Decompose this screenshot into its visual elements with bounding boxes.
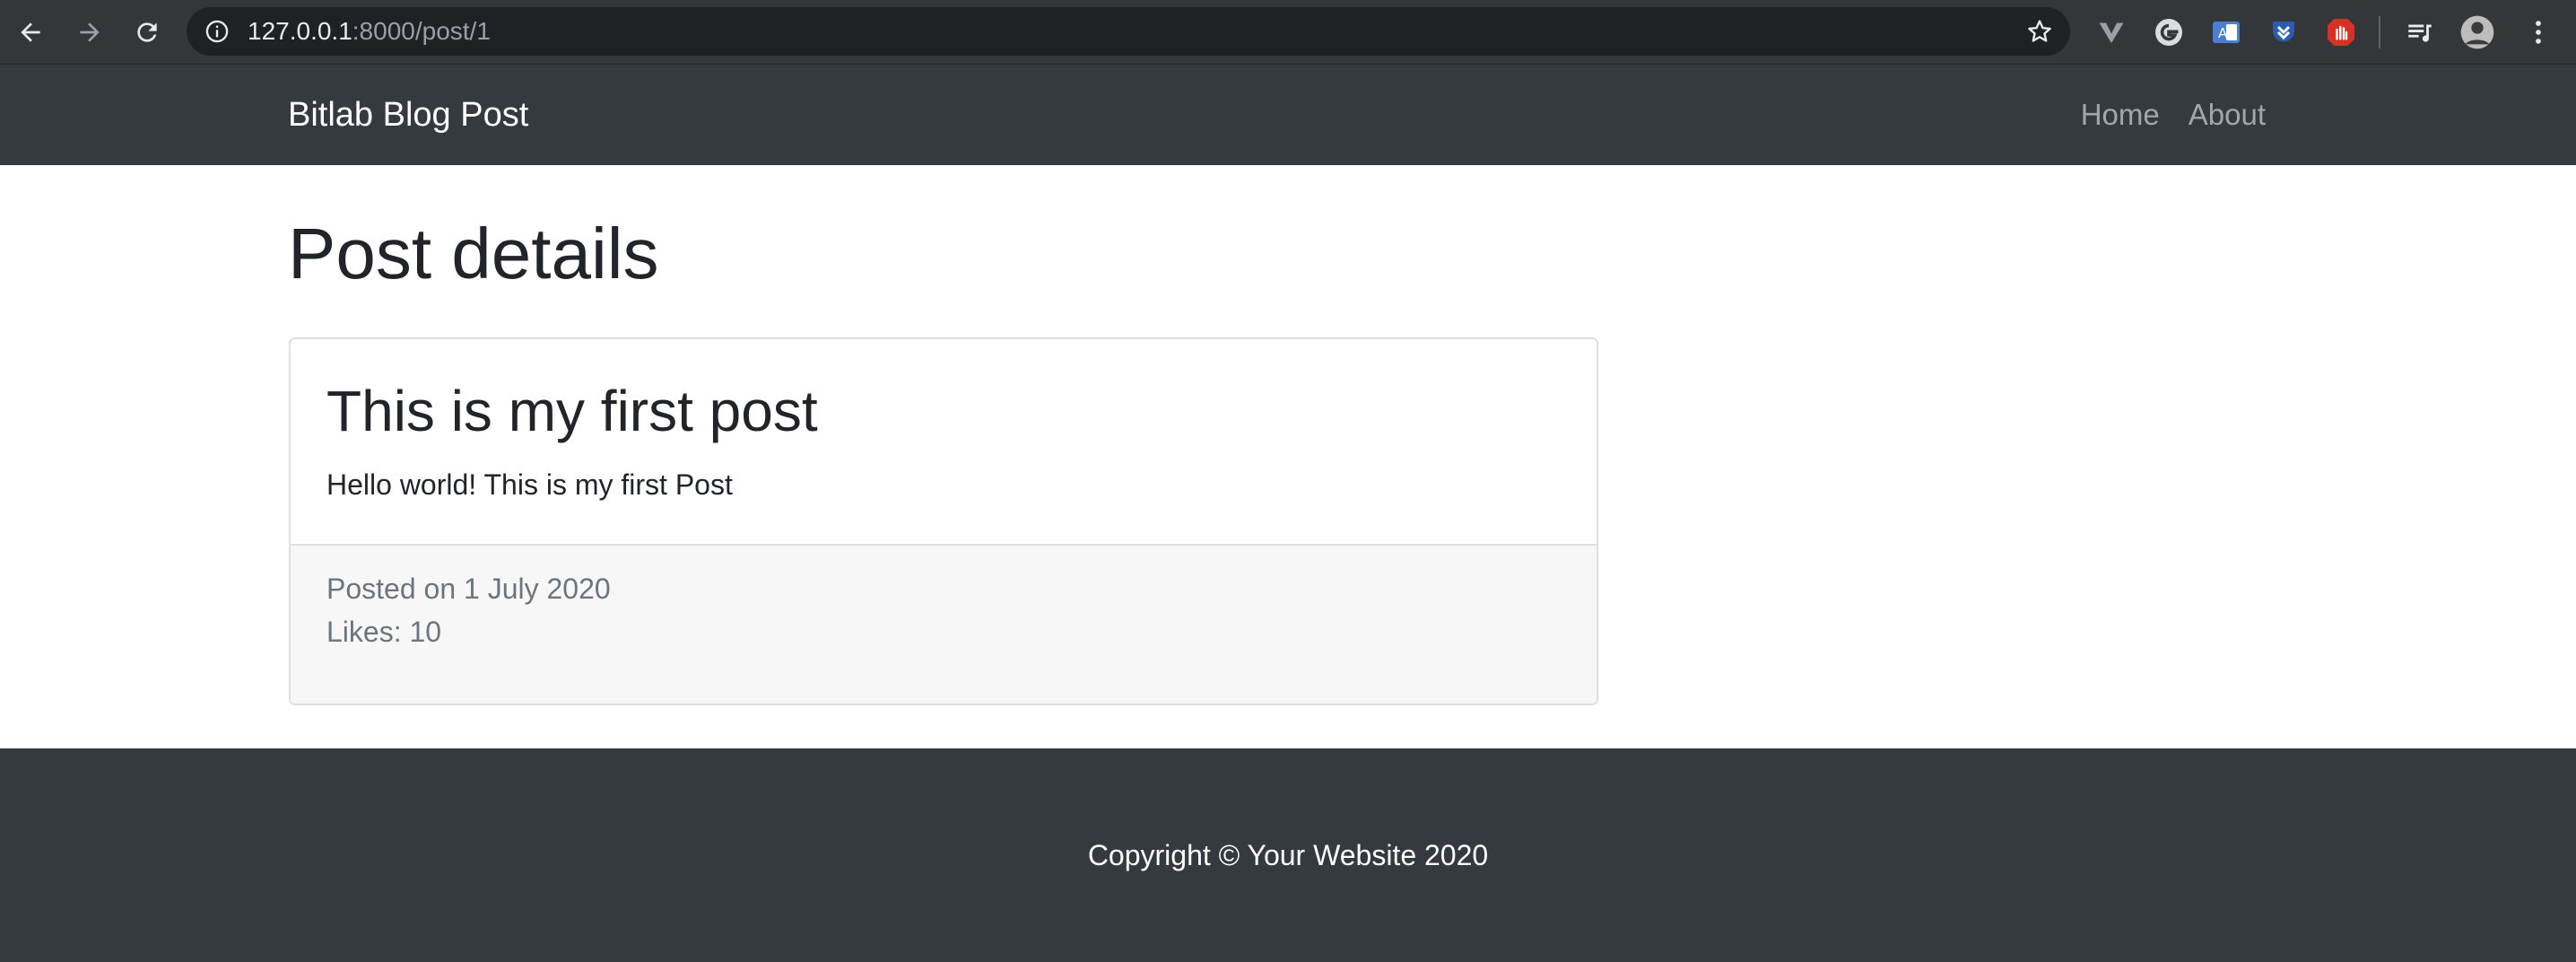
post-date: Posted on 1 July 2020 <box>326 573 611 605</box>
url-text[interactable]: 127.0.0.1:8000/post/1 <box>248 7 491 56</box>
profile-avatar <box>2460 15 2494 49</box>
post-card-body: This is my first post Hello world! This … <box>291 339 1597 546</box>
address-bar[interactable]: 127.0.0.1:8000/post/1 <box>187 7 2070 56</box>
g-extension-icon <box>2155 19 2182 46</box>
media-queue-button[interactable] <box>2402 14 2438 50</box>
adblock-extension[interactable] <box>2323 14 2359 50</box>
url-host: 127.0.0.1 <box>248 17 352 45</box>
nav-link-home[interactable]: Home <box>2081 98 2160 132</box>
vivaldi-v-icon <box>2099 22 2124 43</box>
reload-icon <box>137 22 157 42</box>
browser-menu-button[interactable] <box>2520 14 2556 50</box>
post-body: Hello world! This is my first Post <box>326 468 733 501</box>
translate-extension-icon: A <box>2213 22 2240 43</box>
post-card: This is my first post Hello world! This … <box>289 337 1598 705</box>
page-title: Post details <box>288 214 659 293</box>
navbar-links: Home About <box>2081 65 2266 165</box>
browser-toolbar: 127.0.0.1:8000/post/1 A <box>0 0 2576 65</box>
url-path: :8000/post/1 <box>352 17 491 45</box>
star-icon[interactable] <box>2025 17 2054 46</box>
media-queue-icon <box>2408 24 2432 42</box>
g-extension[interactable] <box>2151 14 2187 50</box>
forward-button[interactable] <box>68 11 111 54</box>
post-card-footer: Posted on 1 July 2020 Likes: 10 <box>291 544 1597 704</box>
adblock-extension-icon <box>2328 19 2354 46</box>
toolbar-separator <box>2379 16 2380 48</box>
pocket-extension[interactable] <box>2266 14 2302 50</box>
kebab-menu-icon <box>2536 21 2541 44</box>
vivaldi-v-extension[interactable] <box>2093 14 2129 50</box>
copyright-text: Copyright © Your Website 2020 <box>1087 839 1489 871</box>
post-likes: Likes: 10 <box>326 616 442 648</box>
nav-link-about[interactable]: About <box>2189 98 2266 132</box>
profile-button[interactable] <box>2459 14 2495 50</box>
forward-arrow-icon <box>80 22 100 42</box>
post-title: This is my first post <box>326 379 818 443</box>
translate-extension[interactable]: A <box>2208 14 2244 50</box>
svg-text:A: A <box>2218 25 2228 41</box>
reload-button[interactable] <box>126 11 169 54</box>
site-footer: Copyright © Your Website 2020 <box>0 748 2576 962</box>
pocket-extension-icon <box>2273 22 2294 42</box>
back-button[interactable] <box>9 11 52 54</box>
back-arrow-icon <box>21 22 40 42</box>
info-icon[interactable] <box>205 19 230 44</box>
site-navbar: Bitlab Blog Post Home About <box>0 65 2576 165</box>
navbar-brand[interactable]: Bitlab Blog Post <box>288 65 528 165</box>
